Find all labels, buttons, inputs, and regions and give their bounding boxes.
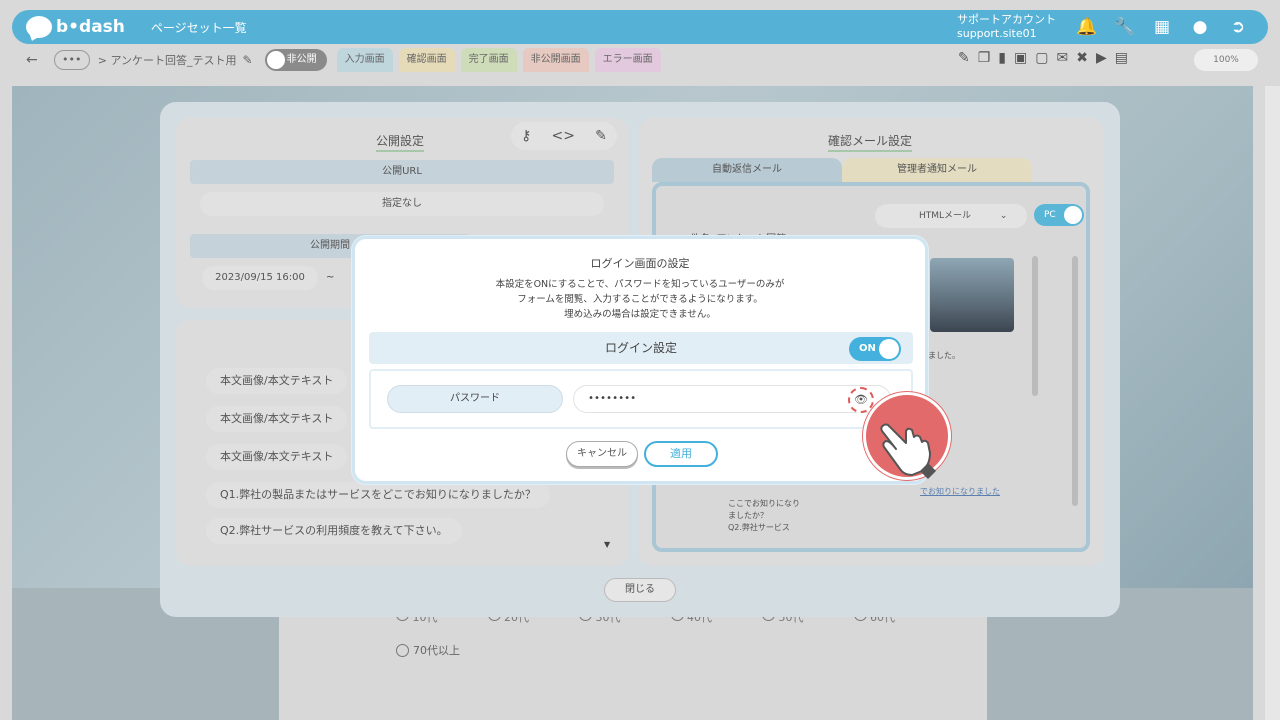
back-arrow-icon[interactable]: ← [26, 52, 38, 68]
more-button[interactable]: ••• [53, 50, 90, 70]
login-setting-label: ログイン設定 [604, 341, 677, 355]
publish-icon-group: ⚷ <> ✎ [511, 122, 617, 150]
logo[interactable]: b•dash [26, 16, 125, 38]
tab-admin-notify[interactable]: 管理者通知メール [842, 158, 1032, 182]
password-section: パスワード •••••••• 👁 [369, 369, 913, 429]
mail-text: ました。 [928, 351, 960, 360]
page-list-link[interactable]: ページセット一覧 [151, 19, 247, 36]
radio-label: 70代以上 [413, 644, 460, 657]
tab-private[interactable]: 非公開画面 [522, 48, 589, 72]
visibility-toggle[interactable]: 非公開 [264, 49, 327, 71]
login-setting-row: ログイン設定 ON [369, 332, 913, 364]
dialog-title: ログイン画面の設定 [590, 257, 690, 270]
trash-icon[interactable]: ▮ [998, 50, 1006, 66]
radio-circle-icon [396, 643, 409, 657]
login-toggle[interactable]: ON [849, 337, 901, 361]
tab-confirm[interactable]: 確認画面 [398, 48, 455, 72]
mail-format-select[interactable]: HTMLメール ⌄ [875, 204, 1027, 228]
logout-icon[interactable]: ➲ [1228, 17, 1248, 37]
export-icon[interactable]: ▢ [1035, 50, 1048, 66]
password-label: パスワード [387, 385, 563, 413]
mail-link[interactable]: でお知りになりました [920, 486, 1000, 497]
tools-icon[interactable]: ✖ [1076, 50, 1088, 66]
toggle-state: ON [859, 343, 876, 354]
mail-tabs: 自動返信メール 管理者通知メール [652, 158, 1032, 182]
radio-option-70[interactable]: 70代以上 [396, 642, 460, 658]
mail-settings-title: 確認メール設定 [828, 132, 913, 152]
mail-text: Q2.弊社サービス [728, 523, 790, 532]
desc-line: 埋め込みの場合は設定できません。 [564, 309, 716, 320]
toggle-knob [266, 51, 285, 69]
list-item[interactable]: 本文画像/本文テキスト [206, 444, 348, 470]
chat-icon[interactable]: ● [1190, 17, 1210, 37]
mail-text: ここでお知りになり [728, 499, 800, 508]
mail-scrollbar[interactable] [1072, 256, 1078, 506]
period-separator: ~ [326, 272, 335, 283]
tab-input[interactable]: 入力画面 [336, 48, 393, 72]
login-settings-dialog: ログイン画面の設定 本設定をONにすることで、パスワードを知っているユーザーのみ… [352, 236, 928, 484]
visibility-label: 非公開 [286, 54, 317, 65]
close-button[interactable]: 閉じる [604, 578, 676, 602]
list-item[interactable]: 本文画像/本文テキスト [206, 368, 348, 394]
logo-text: b•dash [56, 17, 125, 37]
desc-line: 本設定をONにすることで、パスワードを知っているユーザーのみが [495, 279, 785, 290]
app-header: b•dash ページセット一覧 サポートアカウント support.site01… [12, 10, 1268, 44]
breadcrumb: > アンケート回答_テスト用 [97, 54, 237, 67]
account-name: サポートアカウント [957, 13, 1056, 26]
copy-icon[interactable]: ❐ [978, 50, 991, 66]
zoom-select[interactable]: 100% [1194, 49, 1258, 71]
edit-icon[interactable]: ✎ [595, 128, 607, 144]
publish-settings-title: 公開設定 [376, 132, 425, 152]
code-icon[interactable]: <> [552, 128, 575, 144]
scroll-down-icon[interactable]: ▼ [604, 540, 610, 549]
screen-tabs: 入力画面 確認画面 完了画面 非公開画面 エラー画面 [336, 48, 661, 72]
mail-image [930, 258, 1014, 332]
editor-toolbar: ← ••• > アンケート回答_テスト用 ✎ 非公開 入力画面 確認画面 完了画… [12, 46, 1268, 74]
mail-scrollbar[interactable] [1032, 256, 1038, 396]
tab-auto-reply[interactable]: 自動返信メール [652, 158, 842, 182]
edit-icon[interactable]: ✎ [958, 50, 970, 66]
period-start[interactable]: 2023/09/15 16:00 [202, 266, 318, 290]
account-id: support.site01 [957, 27, 1037, 40]
key-icon[interactable]: ⚷ [521, 128, 531, 144]
password-input[interactable]: •••••••• [573, 385, 891, 413]
save-icon[interactable]: ▣ [1014, 50, 1027, 66]
tab-complete[interactable]: 完了画面 [460, 48, 517, 72]
page-scrollbar[interactable] [1265, 86, 1280, 720]
logo-bubble-icon [26, 16, 52, 38]
device-toggle[interactable]: PC [1034, 204, 1084, 226]
list-item[interactable]: Q2.弊社サービスの利用頻度を教えて下さい。 [206, 518, 462, 544]
pointer-hand-icon [863, 392, 951, 480]
device-label: PC [1044, 210, 1056, 220]
dialog-description: 本設定をONにすることで、パスワードを知っているユーザーのみが フォームを閲覧、… [355, 277, 925, 322]
list-item[interactable]: 本文画像/本文テキスト [206, 406, 348, 432]
toggle-knob [879, 339, 899, 359]
bell-icon[interactable]: 🔔 [1076, 17, 1097, 37]
toggle-knob [1064, 206, 1082, 224]
mail-icon[interactable]: ✉ [1056, 50, 1068, 66]
cancel-button[interactable]: キャンセル [566, 441, 638, 467]
public-url-header: 公開URL [190, 160, 614, 184]
apply-button[interactable]: 適用 [644, 441, 718, 467]
public-url-value: 指定なし [200, 192, 604, 216]
account-info[interactable]: サポートアカウント support.site01 [957, 13, 1056, 41]
desc-line: フォームを閲覧、入力することができるようになります。 [517, 294, 763, 305]
tab-error[interactable]: エラー画面 [594, 48, 661, 72]
list-item[interactable]: Q1.弊社の製品またはサービスをどこでお知りになりましたか？ [206, 482, 550, 508]
wrench-icon[interactable]: 🔧 [1114, 17, 1135, 37]
play-icon[interactable]: ▶ [1096, 50, 1107, 66]
document-icon[interactable]: ▤ [1115, 50, 1128, 66]
chevron-down-icon: ⌄ [999, 211, 1008, 221]
edit-title-pencil-icon[interactable]: ✎ [243, 53, 253, 67]
mail-text: ましたか？ [728, 511, 768, 520]
grid-icon[interactable]: ▦ [1152, 17, 1172, 37]
